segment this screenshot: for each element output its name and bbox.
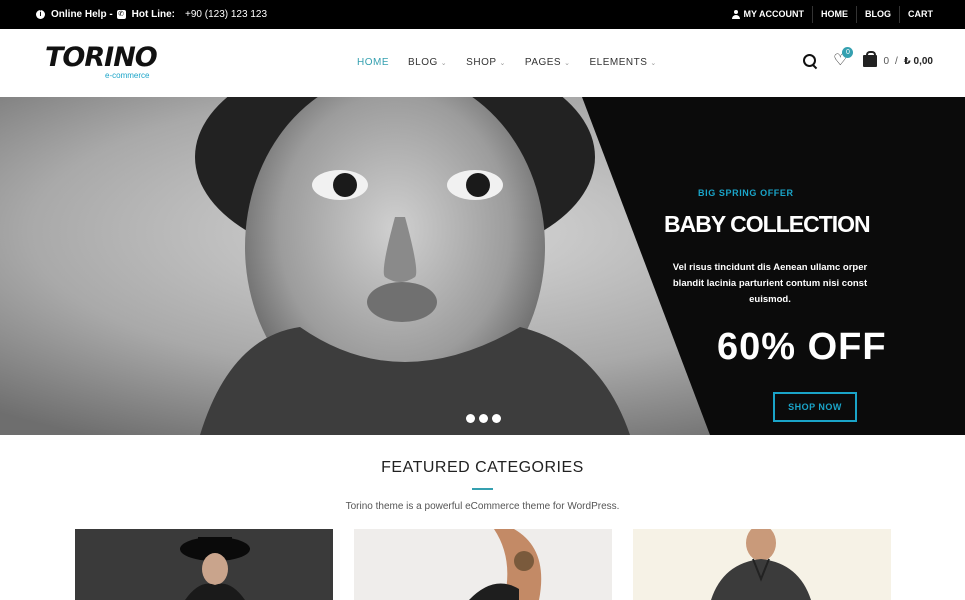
my-account-link[interactable]: MY ACCOUNT	[724, 6, 813, 23]
hero-slider: BIG SPRING OFFER BABY COLLECTION Vel ris…	[0, 97, 965, 435]
top-cart-link[interactable]: CART	[899, 6, 941, 23]
hero-discount: 60% OFF	[717, 326, 887, 368]
cart-count: 0	[883, 55, 890, 67]
chevron-down-icon: ⌄	[650, 59, 657, 67]
online-help-text: Online Help -	[51, 9, 113, 20]
nav-shop[interactable]: SHOP ⌄	[466, 57, 506, 68]
top-bar: i Online Help - ✆ Hot Line: +90 (123) 12…	[0, 0, 965, 29]
category-image	[75, 529, 333, 600]
shopping-bag-icon	[863, 51, 878, 67]
user-icon	[731, 10, 740, 19]
hotline-label: Hot Line:	[131, 9, 175, 20]
featured-subtitle: Torino theme is a powerful eCommerce the…	[345, 501, 620, 512]
header-actions: ♡ 0 0 / ₺ 0,00	[803, 47, 933, 69]
logo[interactable]: TORINO e-commerce	[45, 42, 158, 81]
shop-now-button[interactable]: SHOP NOW	[773, 392, 857, 422]
slider-dots	[466, 414, 501, 423]
nav-blog[interactable]: BLOG ⌄	[408, 57, 447, 68]
hero-title: BABY COLLECTION	[664, 211, 871, 237]
top-bar-contact: i Online Help - ✆ Hot Line: +90 (123) 12…	[36, 0, 267, 29]
top-blog-link[interactable]: BLOG	[856, 6, 899, 23]
title-divider	[472, 488, 493, 490]
slider-dot[interactable]	[479, 414, 488, 423]
phone-icon: ✆	[116, 10, 126, 19]
wishlist-button[interactable]: ♡ 0	[833, 47, 854, 69]
category-cards	[75, 529, 891, 600]
category-card[interactable]	[633, 529, 891, 600]
cart-separator: /	[895, 55, 898, 67]
featured-title: FEATURED CATEGORIES	[381, 459, 584, 476]
cart-total: ₺ 0,00	[903, 55, 933, 67]
category-card[interactable]	[75, 529, 333, 600]
nav-home[interactable]: HOME	[357, 57, 389, 68]
cart-button[interactable]: 0 / ₺ 0,00	[863, 51, 933, 67]
logo-text: TORINO	[45, 42, 158, 73]
hero-description: Vel risus tincidunt dis Aenean ullamc or…	[672, 262, 868, 305]
nav-elements[interactable]: ELEMENTS ⌄	[589, 57, 656, 68]
wishlist-count-badge: 0	[842, 47, 854, 58]
site-header: TORINO e-commerce HOME BLOG ⌄ SHOP ⌄ PAGES…	[0, 29, 965, 97]
slider-dot[interactable]	[492, 414, 501, 423]
hero-offer-label: BIG SPRING OFFER	[698, 188, 794, 198]
nav-pages[interactable]: PAGES ⌄	[525, 57, 571, 68]
main-nav: HOME BLOG ⌄ SHOP ⌄ PAGES ⌄ ELEMENTS ⌄	[357, 57, 676, 68]
info-icon: i	[36, 10, 45, 19]
category-image	[633, 529, 891, 600]
hotline-number[interactable]: +90 (123) 123 123	[185, 9, 267, 20]
top-home-link[interactable]: HOME	[812, 6, 856, 23]
category-image	[354, 529, 612, 600]
chevron-down-icon: ⌄	[440, 59, 448, 67]
chevron-down-icon: ⌄	[499, 59, 506, 67]
top-bar-links: MY ACCOUNT HOME BLOG CART	[724, 0, 942, 29]
category-card[interactable]	[354, 529, 612, 600]
logo-tagline: e-commerce	[105, 71, 150, 80]
search-icon[interactable]	[803, 54, 817, 68]
slider-dot[interactable]	[466, 414, 475, 423]
chevron-down-icon: ⌄	[564, 59, 571, 67]
